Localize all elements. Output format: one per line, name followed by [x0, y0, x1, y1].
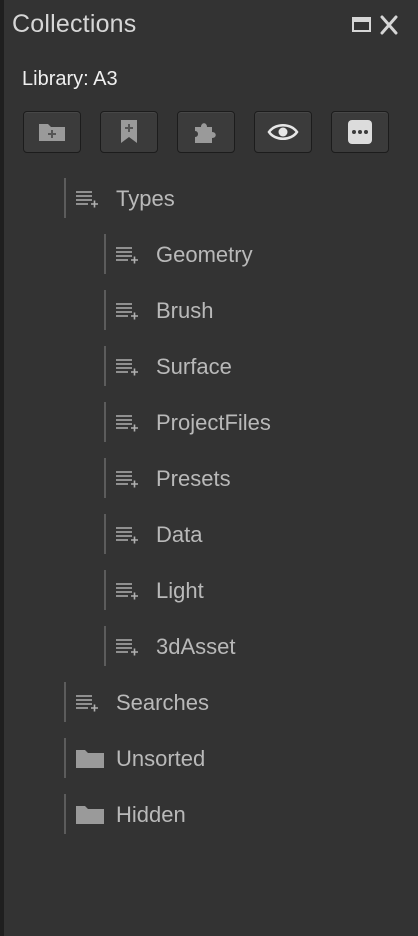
smart-list-icon	[116, 527, 138, 544]
more-options-icon	[348, 120, 372, 144]
folder-icon	[76, 750, 104, 768]
smart-list-icon	[116, 583, 138, 600]
tree-guide-line	[104, 402, 106, 442]
tree-item-label: Brush	[156, 298, 214, 323]
tree-item-label: Presets	[156, 466, 231, 491]
tree-guide-line	[104, 570, 106, 610]
tree-item-label: 3dAsset	[156, 634, 236, 659]
eye-icon	[267, 124, 299, 140]
tree-item-label: Unsorted	[116, 746, 206, 771]
toggle-visibility-button[interactable]	[254, 111, 312, 153]
smart-list-icon	[116, 303, 138, 320]
tree-guide-line	[64, 178, 66, 218]
tree-guide-line	[64, 738, 66, 778]
close-icon[interactable]	[378, 14, 400, 36]
more-options-button[interactable]	[331, 111, 389, 153]
smart-list-icon	[76, 695, 98, 712]
smart-list-icon	[116, 639, 138, 656]
panel-header: Collections	[4, 0, 418, 52]
tree-guide-line	[104, 234, 106, 274]
tree-guide-line	[104, 290, 106, 330]
tree-item-label: Data	[156, 522, 203, 547]
add-plugin-button[interactable]	[177, 111, 235, 153]
puzzle-piece-icon	[195, 123, 216, 143]
tree-guide-line	[64, 794, 66, 834]
tree-guide-line	[104, 626, 106, 666]
tree-item-label: Hidden	[116, 802, 186, 827]
smart-list-icon	[116, 415, 138, 432]
tree-guide-line	[64, 682, 66, 722]
smart-list-icon	[116, 471, 138, 488]
panel-title: Collections	[12, 10, 137, 38]
tree-item-label: Light	[156, 578, 204, 603]
tree-item-label: Searches	[116, 690, 209, 715]
new-collection-button[interactable]	[23, 111, 81, 153]
add-bookmark-button[interactable]	[100, 111, 158, 153]
smart-list-icon	[116, 359, 138, 376]
collections-panel: Collections Library: A3 Types Geometry B…	[4, 0, 418, 936]
smart-list-icon	[116, 247, 138, 264]
library-label: Library: A3	[22, 68, 118, 90]
tree-guide-line	[104, 346, 106, 386]
new-folder-icon	[39, 124, 65, 141]
folder-icon	[76, 806, 104, 824]
tree-item-label: Geometry	[156, 242, 253, 267]
bookmark-add-icon	[121, 120, 137, 143]
tree-item-label: Surface	[156, 354, 232, 379]
smart-list-icon	[76, 191, 98, 208]
tree-guide-line	[104, 514, 106, 554]
tree-item-label: Types	[116, 186, 175, 211]
tree-item-label: ProjectFiles	[156, 410, 271, 435]
maximize-window-icon[interactable]	[351, 14, 373, 36]
tree-guide-line	[104, 458, 106, 498]
